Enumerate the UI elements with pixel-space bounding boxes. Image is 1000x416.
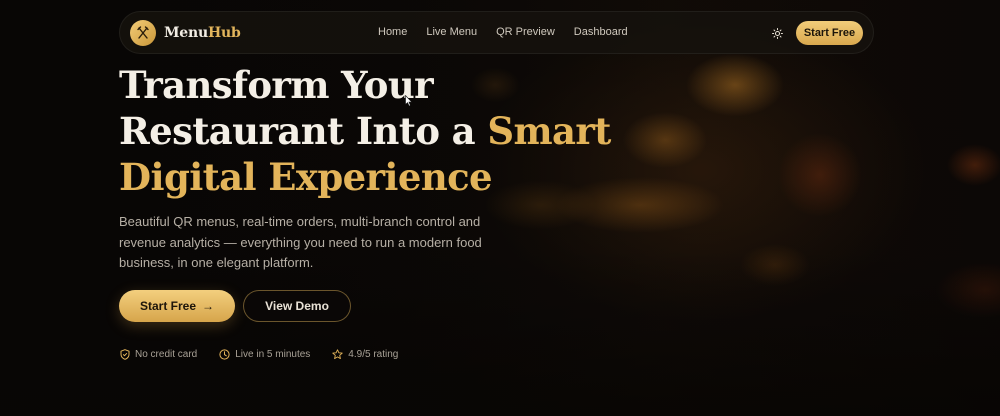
nav-link-dashboard[interactable]: Dashboard bbox=[574, 26, 628, 38]
feature-label: Live in 5 minutes bbox=[235, 349, 311, 360]
arrow-right-icon: → bbox=[202, 299, 215, 313]
brand-name: MenuHub bbox=[164, 25, 241, 41]
hero-title-line2-plain: Restaurant Into a bbox=[119, 109, 488, 153]
nav-link-live-menu[interactable]: Live Menu bbox=[426, 26, 477, 38]
feature-rating: 4.9/5 rating bbox=[332, 349, 398, 360]
feature-live-in-5-minutes: Live in 5 minutes bbox=[219, 349, 310, 360]
fork-knife-icon bbox=[130, 20, 156, 46]
nav-link-home[interactable]: Home bbox=[378, 26, 407, 38]
brand-name-part2: Hub bbox=[207, 25, 241, 41]
hero-title-highlight-smart: Smart bbox=[487, 109, 611, 153]
feature-label: No credit card bbox=[135, 349, 198, 360]
star-icon bbox=[332, 349, 343, 360]
sun-icon bbox=[771, 27, 783, 39]
hero-start-free-button[interactable]: Start Free → bbox=[119, 290, 235, 322]
hero-title-line2: Restaurant Into a Smart bbox=[119, 108, 639, 154]
brand-name-part1: Menu bbox=[164, 25, 208, 41]
hero-title-line3: Digital Experience bbox=[119, 155, 493, 199]
hero-title-line1: Transform Your bbox=[119, 63, 434, 107]
nav-links: Home Live Menu QR Preview Dashboard bbox=[378, 26, 628, 38]
hero-view-demo-button[interactable]: View Demo bbox=[243, 290, 351, 322]
feature-no-credit-card: No credit card bbox=[119, 349, 197, 360]
hero-feature-list: No credit card Live in 5 minutes 4.9/5 r… bbox=[119, 349, 398, 360]
brand-logo-link[interactable]: MenuHub bbox=[130, 20, 241, 46]
mouse-cursor-icon bbox=[405, 95, 413, 107]
shield-check-icon bbox=[119, 349, 130, 360]
hero-start-free-label: Start Free bbox=[139, 299, 197, 313]
feature-label: 4.9/5 rating bbox=[348, 349, 399, 360]
nav-link-qr-preview[interactable]: QR Preview bbox=[496, 26, 555, 38]
nav-start-free-button[interactable]: Start Free bbox=[796, 21, 863, 45]
hero-subtitle: Beautiful QR menus, real-time orders, mu… bbox=[119, 214, 482, 270]
hero-title: Transform Your Restaurant Into a Smart D… bbox=[119, 62, 639, 200]
clock-icon bbox=[219, 349, 230, 360]
top-navbar: MenuHub Home Live Menu QR Preview Dashbo… bbox=[119, 11, 874, 54]
theme-toggle-button[interactable] bbox=[770, 26, 784, 40]
